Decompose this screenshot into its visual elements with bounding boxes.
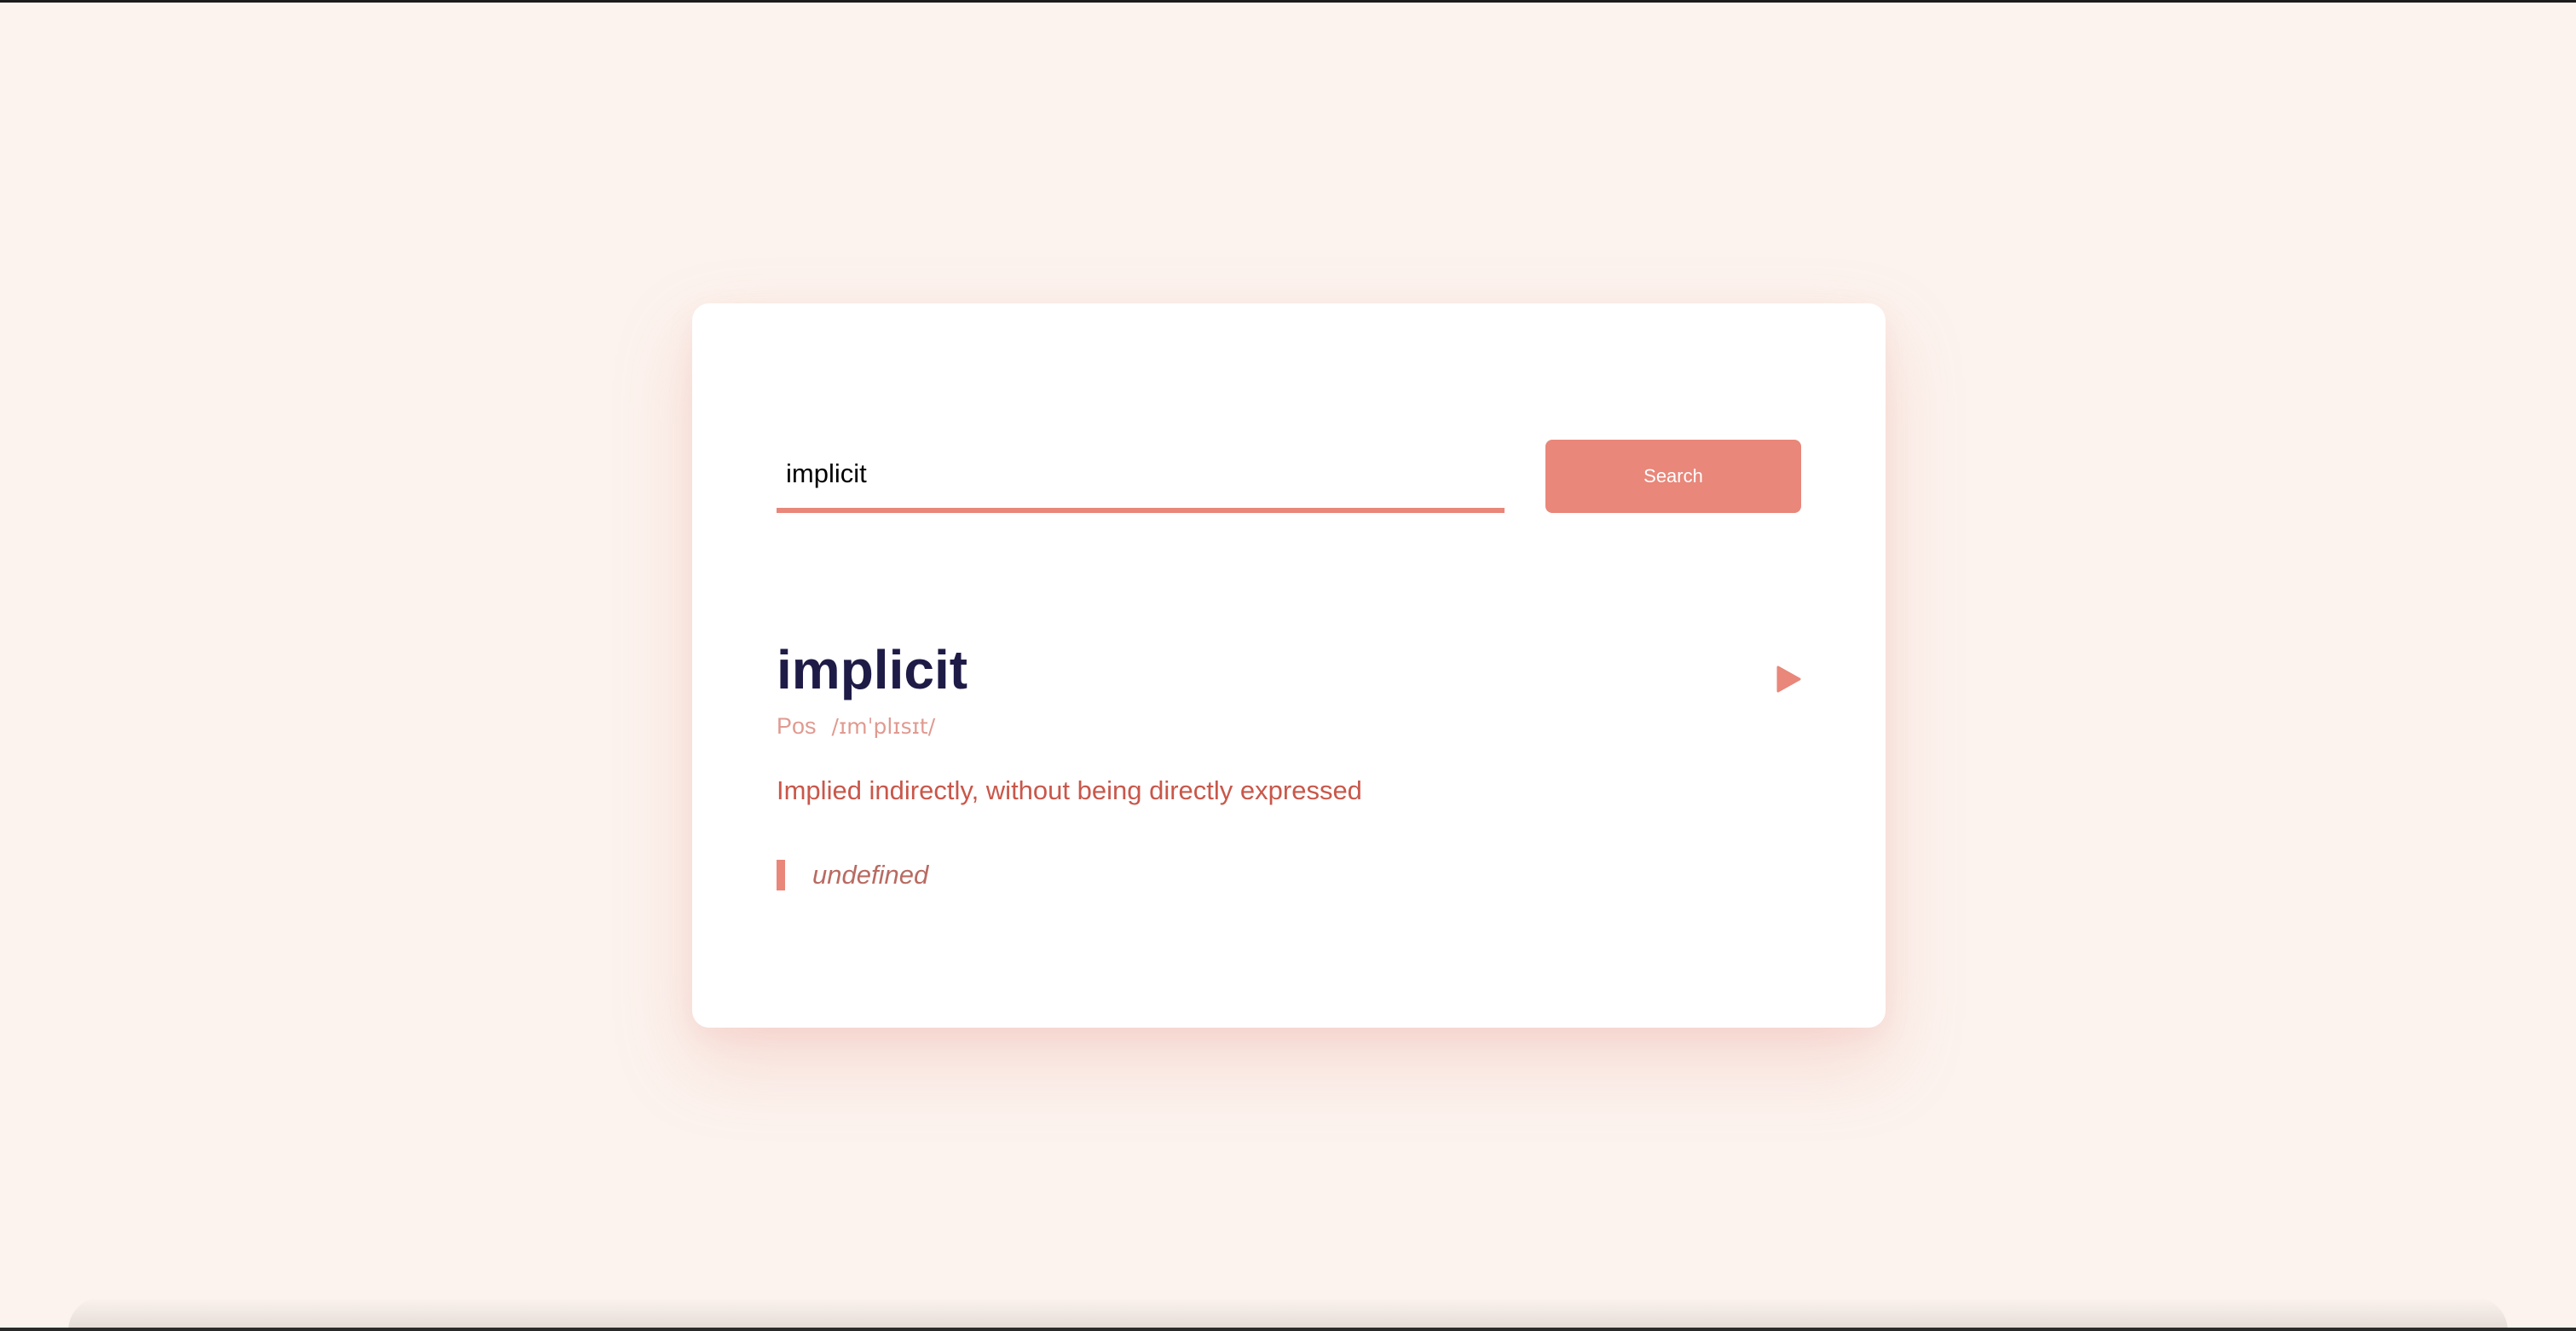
search-input[interactable]: [777, 440, 1505, 513]
bottom-shadow: [68, 1297, 2508, 1331]
definition: Implied indirectly, without being direct…: [777, 775, 1362, 805]
part-of-speech: Pos: [777, 713, 817, 739]
search-bar: Search: [777, 440, 1801, 513]
word-title: implicit: [777, 639, 968, 700]
example-quote: undefined: [777, 859, 928, 891]
word-meta: Pos/ɪmˈplɪsɪt/: [777, 715, 935, 738]
window-top-edge: [0, 0, 2576, 3]
window-bottom-edge: [0, 1328, 2576, 1331]
phonetic: /ɪmˈplɪsɪt/: [831, 714, 936, 739]
dictionary-card: Search implicit Pos/ɪmˈplɪsɪt/ Implied i…: [692, 303, 1886, 1028]
quote-bar: [777, 860, 785, 890]
example-text: undefined: [812, 860, 929, 890]
play-icon[interactable]: [1776, 665, 1802, 694]
search-button[interactable]: Search: [1545, 440, 1801, 513]
